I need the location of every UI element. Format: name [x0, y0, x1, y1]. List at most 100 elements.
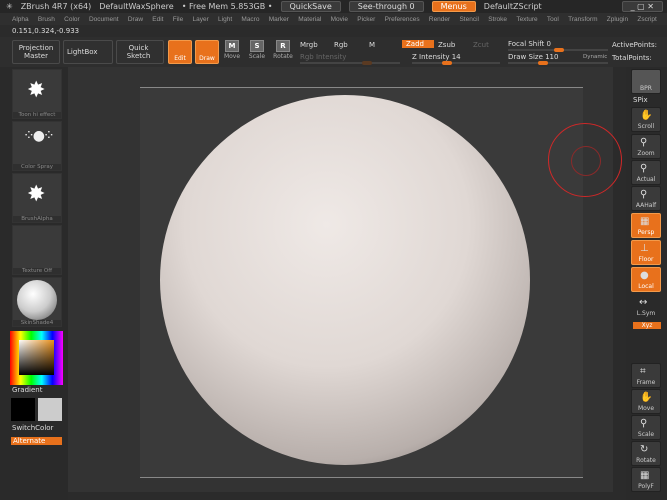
title-bar: ✳ ZBrush 4R7 (x64) DefaultWaxSphere • Fr… — [0, 0, 667, 13]
left-shelf: ✸ Toon hi effect ⁘●⁘ Color Spray ✸ BrushAlp… — [0, 67, 68, 500]
xyz-button[interactable]: Xyz — [633, 322, 661, 329]
material-label: SkinShade4 — [13, 320, 61, 326]
menu-tool[interactable]: Tool — [547, 16, 559, 23]
polyframe-icon: ▦ — [640, 470, 650, 481]
projection-master-button[interactable]: Projection Master — [12, 40, 60, 64]
menu-picker[interactable]: Picker — [357, 16, 375, 23]
polyf-button[interactable]: ▦ PolyF — [631, 467, 661, 492]
rgb-intensity-slider[interactable]: Rgb Intensity — [300, 53, 346, 61]
top-toolbar: Projection Master LightBox Quick Sketch … — [0, 37, 667, 67]
zsub-button[interactable]: Zsub — [438, 41, 455, 49]
menu-stroke[interactable]: Stroke — [488, 16, 507, 23]
move-view-label: Move — [637, 405, 655, 412]
gradient-button[interactable]: Gradient — [12, 386, 42, 394]
spray-dots-icon: ⁘●⁘ — [23, 128, 55, 144]
menu-zscript[interactable]: Zscript — [637, 16, 657, 23]
menu-macro[interactable]: Macro — [241, 16, 259, 23]
rotate-button[interactable]: R Rotate — [272, 40, 294, 64]
actual-label: Actual — [636, 176, 656, 183]
material-thumb[interactable]: SkinShade4 — [12, 277, 62, 327]
star-icon: ✸ — [27, 78, 46, 103]
floor-button[interactable]: ⊥ Floor — [631, 240, 661, 265]
scale-view-label: Scale — [637, 431, 655, 438]
menu-movie[interactable]: Movie — [331, 16, 348, 23]
menu-draw[interactable]: Draw — [128, 16, 143, 23]
menu-layer[interactable]: Layer — [193, 16, 209, 23]
see-through-slider[interactable]: See-through 0 — [348, 1, 424, 12]
menu-edit[interactable]: Edit — [152, 16, 163, 23]
draw-size-knob[interactable] — [538, 61, 548, 65]
window-controls[interactable]: _ ▢ ✕ — [621, 1, 663, 12]
scale-icon: ⚲ — [640, 418, 648, 429]
persp-button[interactable]: ▦ Persp — [631, 213, 661, 238]
z-intensity-track[interactable] — [412, 61, 500, 65]
frame-button[interactable]: ⌗ Frame — [631, 363, 661, 388]
aahalf-button[interactable]: ⚲ AAHalf — [631, 186, 661, 211]
alpha-thumb[interactable]: ✸ BrushAlpha — [12, 173, 62, 223]
draw-size-slider[interactable]: Draw Size 110 — [508, 53, 558, 61]
color-picker-square[interactable] — [19, 340, 54, 375]
color-spray-thumb[interactable]: ⁘●⁘ Color Spray — [12, 121, 62, 171]
menu-file[interactable]: File — [173, 16, 183, 23]
scale-view-button[interactable]: ⚲ Scale — [631, 415, 661, 440]
quick-sketch-button[interactable]: Quick Sketch — [116, 40, 164, 64]
spix-slider[interactable]: SPix — [633, 96, 648, 104]
z-intensity-knob[interactable] — [442, 61, 452, 65]
local-button[interactable]: ● Local — [631, 267, 661, 292]
menu-preferences[interactable]: Preferences — [385, 16, 420, 23]
dynamic-button[interactable]: Dynamic — [583, 54, 607, 60]
menu-material[interactable]: Material — [298, 16, 321, 23]
lightbox-button[interactable]: LightBox — [63, 40, 113, 64]
menu-zplugin[interactable]: Zplugin — [607, 16, 628, 23]
alternate-button[interactable]: Alternate — [11, 437, 62, 445]
menu-document[interactable]: Document — [89, 16, 119, 23]
quicksave-button[interactable]: QuickSave — [280, 1, 341, 12]
secondary-color-swatch[interactable] — [38, 398, 62, 421]
aahalf-label: AAHalf — [635, 202, 657, 209]
menus-button[interactable]: Menus — [431, 1, 476, 12]
stroke-thumb[interactable]: ✸ Toon hi effect — [12, 69, 62, 119]
focal-shift-knob[interactable] — [554, 48, 564, 52]
scroll-button[interactable]: ✋ Scroll — [631, 107, 661, 132]
right-shelf: BPR SPix ✋ Scroll ⚲ Zoom ⚲ Actual ⚲ AAHalf ▦… — [626, 67, 667, 500]
switch-color-button[interactable]: SwitchColor — [12, 424, 53, 432]
rotate-view-label: Rotate — [636, 457, 656, 464]
color-picker[interactable] — [10, 331, 63, 385]
main-color-swatch[interactable] — [11, 398, 35, 421]
default-zscript[interactable]: DefaultZScript — [484, 2, 542, 11]
rotate-view-button[interactable]: ↻ Rotate — [631, 441, 661, 466]
persp-label: Persp — [637, 229, 655, 236]
rgb-intensity-track[interactable] — [300, 61, 400, 65]
menu-alpha[interactable]: Alpha — [12, 16, 29, 23]
zcut-button[interactable]: Zcut — [473, 41, 489, 49]
menu-brush[interactable]: Brush — [38, 16, 55, 23]
menu-marker[interactable]: Marker — [269, 16, 289, 23]
focal-shift-track[interactable] — [508, 48, 608, 52]
menu-transform[interactable]: Transform — [568, 16, 597, 23]
sculpted-sphere[interactable] — [160, 95, 530, 465]
z-intensity-slider[interactable]: Z Intensity 14 — [412, 53, 461, 61]
m-button[interactable]: M — [369, 41, 375, 49]
scale-label: Scale — [248, 53, 266, 60]
rgb-button[interactable]: Rgb — [334, 41, 348, 49]
menu-light[interactable]: Light — [218, 16, 232, 23]
mrgb-button[interactable]: Mrgb — [300, 41, 318, 49]
move-view-button[interactable]: ✋ Move — [631, 389, 661, 414]
edit-button[interactable]: Edit — [168, 40, 192, 64]
menu-texture[interactable]: Texture — [516, 16, 537, 23]
menu-stencil[interactable]: Stencil — [459, 16, 479, 23]
zoom-button[interactable]: ⚲ Zoom — [631, 134, 661, 159]
move-button[interactable]: M Move — [221, 40, 243, 64]
actual-button[interactable]: ⚲ Actual — [631, 160, 661, 185]
zadd-button[interactable]: Zadd — [402, 40, 434, 48]
bpr-button[interactable]: BPR — [631, 69, 661, 94]
draw-button[interactable]: Draw — [195, 40, 219, 64]
menu-render[interactable]: Render — [429, 16, 450, 23]
texture-thumb[interactable]: Texture Off — [12, 225, 62, 275]
rgb-intensity-knob[interactable] — [362, 61, 372, 65]
scale-button[interactable]: S Scale — [246, 40, 268, 64]
focal-shift-slider[interactable]: Focal Shift 0 — [508, 40, 551, 48]
draw-size-track[interactable] — [508, 61, 608, 65]
lsym-button[interactable]: ↔ L.Sym — [631, 295, 661, 320]
menu-color[interactable]: Color — [64, 16, 80, 23]
